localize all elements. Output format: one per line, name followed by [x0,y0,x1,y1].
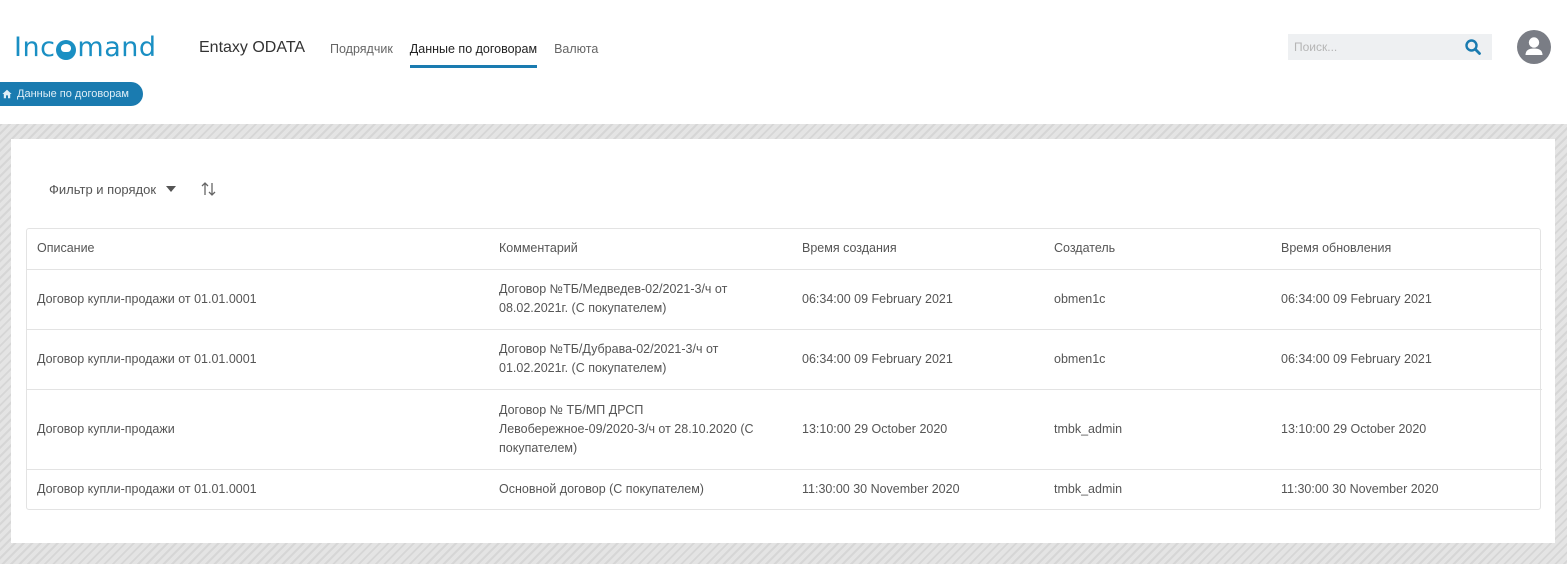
cell-updated-time: 06:34:00 09 February 2021 [1271,328,1542,389]
cell-updated-time: 11:30:00 30 November 2020 [1271,468,1542,509]
cell-description: Договор купли-продажи [27,388,489,469]
column-header-description[interactable]: Описание [27,229,489,269]
logo-mark-icon [56,40,77,60]
cell-comment: Основной договор (С покупателем) [489,468,792,509]
cell-updated-time: 06:34:00 09 February 2021 [1271,268,1542,329]
nav-item-contractor[interactable]: Подрядчик [330,42,393,68]
cell-comment: Договор № ТБ/МП ДРСП Левобережное-09/202… [489,388,792,469]
logo-text-left: Inc [14,32,56,63]
home-icon [2,89,12,99]
cell-description: Договор купли-продажи от 01.01.0001 [27,328,489,389]
column-header-creator[interactable]: Создатель [1044,229,1271,269]
column-header-comment[interactable]: Комментарий [489,229,792,269]
search-box [1288,34,1492,60]
cell-created-time: 06:34:00 09 February 2021 [792,268,1044,329]
cell-updated-time: 13:10:00 29 October 2020 [1271,388,1542,469]
user-icon [1525,37,1543,55]
table-row[interactable]: Договор купли-продажи от 01.01.0001 Осно… [27,468,1542,509]
workspace-background: Фильтр и порядок Описание Комментарий Вр… [0,124,1567,564]
cell-description: Договор купли-продажи от 01.01.0001 [27,268,489,329]
cell-created-time: 06:34:00 09 February 2021 [792,328,1044,389]
filter-order-button[interactable]: Фильтр и порядок [49,181,177,197]
table-toolbar: Фильтр и порядок [49,181,218,197]
search-input[interactable] [1288,40,1458,54]
cell-comment: Договор №ТБ/Дубрава-02/2021-3/ч от 01.02… [489,328,792,389]
filter-order-label: Фильтр и порядок [49,181,157,197]
cell-comment: Договор №ТБ/Медведев-02/2021-3/ч от 08.0… [489,268,792,329]
app-name: Entaxy ODATA [199,39,306,56]
search-icon[interactable] [1464,38,1482,56]
caret-down-icon [166,186,177,192]
table-row[interactable]: Договор купли-продажи от 01.01.0001 Дого… [27,328,1542,389]
app-logo[interactable]: Inc mand [14,30,157,66]
cell-description: Договор купли-продажи от 01.01.0001 [27,468,489,509]
cell-creator: tmbk_admin [1044,468,1271,509]
nav-item-currency[interactable]: Валюта [554,42,598,68]
breadcrumb-label: Данные по договорам [17,88,129,100]
contracts-table: Описание Комментарий Время создания Созд… [26,228,1542,510]
table-row[interactable]: Договор купли-продажи от 01.01.0001 Дого… [27,268,1542,329]
user-avatar[interactable] [1517,30,1551,64]
column-header-created-time[interactable]: Время создания [792,229,1044,269]
nav-item-contract-data[interactable]: Данные по договорам [409,42,538,68]
cell-creator: tmbk_admin [1044,388,1271,469]
top-bar: Inc mand Entaxy ODATA Подрядчик Данные по… [0,0,1567,124]
main-nav: Подрядчик Данные по договорам Валюта [330,42,615,68]
content-panel: Фильтр и порядок Описание Комментарий Вр… [11,139,1555,543]
breadcrumb[interactable]: Данные по договорам [0,82,143,106]
sort-icon[interactable] [200,181,218,197]
column-header-updated-time[interactable]: Время обновления [1271,229,1542,269]
table-row[interactable]: Договор купли-продажи Договор № ТБ/МП ДР… [27,388,1542,469]
cell-creator: obmen1c [1044,328,1271,389]
cell-created-time: 11:30:00 30 November 2020 [792,468,1044,509]
table-header-row: Описание Комментарий Время создания Созд… [27,229,1542,269]
cell-created-time: 13:10:00 29 October 2020 [792,388,1044,469]
logo-text-right: mand [77,32,157,63]
cell-creator: obmen1c [1044,268,1271,329]
